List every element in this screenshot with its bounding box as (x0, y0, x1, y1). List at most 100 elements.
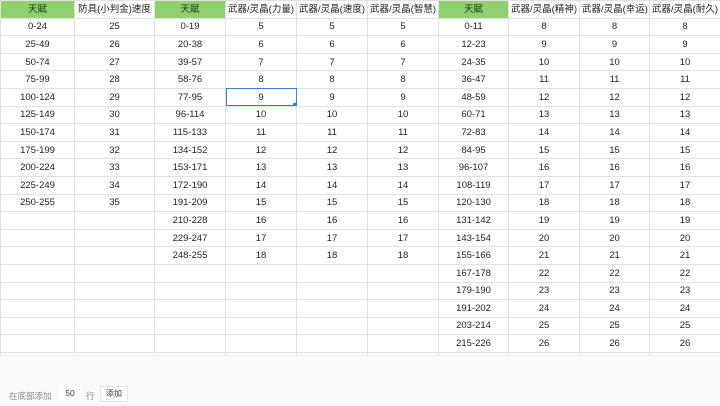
grid-cell[interactable]: 6 (226, 36, 297, 54)
grid-cell[interactable]: 25 (75, 18, 155, 36)
grid-cell[interactable] (368, 264, 439, 282)
grid-cell[interactable]: 7 (297, 53, 368, 71)
grid-cell[interactable]: 26 (580, 335, 650, 353)
grid-cell[interactable]: 84-95 (439, 141, 509, 159)
grid-cell[interactable]: 23 (580, 282, 650, 300)
grid-cell[interactable]: 17 (580, 176, 650, 194)
grid-cell[interactable]: 0-11 (439, 18, 509, 36)
grid-cell[interactable] (226, 335, 297, 353)
grid-cell[interactable]: 31 (75, 124, 155, 142)
grid-cell[interactable]: 153-171 (155, 159, 226, 177)
grid-cell[interactable]: 28 (75, 71, 155, 89)
grid-cell[interactable]: 20 (580, 229, 650, 247)
grid-cell[interactable]: 58-76 (155, 71, 226, 89)
grid-cell[interactable]: 72-83 (439, 124, 509, 142)
grid-cell[interactable]: 229-247 (155, 229, 226, 247)
column-header[interactable]: 天賦 (439, 1, 509, 19)
grid-cell[interactable] (75, 229, 155, 247)
grid-cell[interactable]: 26 (509, 335, 580, 353)
grid-cell[interactable]: 27 (75, 53, 155, 71)
grid-cell[interactable]: 39-57 (155, 53, 226, 71)
grid-cell[interactable]: 11 (226, 124, 297, 142)
grid-cell[interactable]: 15 (368, 194, 439, 212)
grid-cell[interactable]: 13 (297, 159, 368, 177)
column-header[interactable]: 天賦 (1, 1, 75, 19)
grid-cell[interactable]: 26 (75, 36, 155, 54)
grid-cell[interactable]: 21 (650, 247, 720, 265)
grid-cell[interactable]: 77-95 (155, 88, 226, 106)
grid-cell[interactable]: 6 (368, 36, 439, 54)
grid-cell[interactable]: 16 (580, 159, 650, 177)
grid-cell[interactable]: 115-133 (155, 124, 226, 142)
grid-cell[interactable]: 8 (509, 18, 580, 36)
grid-cell[interactable]: 16 (226, 212, 297, 230)
grid-cell[interactable]: 250-255 (1, 194, 75, 212)
row-count-input[interactable]: 50 (59, 386, 81, 400)
grid-cell[interactable] (226, 317, 297, 335)
grid-cell[interactable]: 14 (226, 176, 297, 194)
grid-cell[interactable]: 17 (368, 229, 439, 247)
grid-cell[interactable]: 48-59 (439, 88, 509, 106)
column-header[interactable]: 武器/灵晶(幸运) (580, 1, 650, 19)
column-header[interactable]: 武器/灵晶(速度) (297, 1, 368, 19)
grid-cell[interactable]: 131-142 (439, 212, 509, 230)
grid-cell[interactable]: 14 (509, 124, 580, 142)
grid-cell[interactable] (368, 300, 439, 318)
grid-cell[interactable]: 35 (75, 194, 155, 212)
grid-cell[interactable]: 14 (368, 176, 439, 194)
grid-cell[interactable]: 12 (509, 88, 580, 106)
grid-cell[interactable]: 5 (297, 18, 368, 36)
grid-cell[interactable] (226, 264, 297, 282)
grid-cell[interactable]: 12 (580, 88, 650, 106)
grid-cell[interactable]: 7 (226, 53, 297, 71)
grid-cell[interactable]: 125-149 (1, 106, 75, 124)
grid-cell[interactable]: 9 (580, 36, 650, 54)
grid-cell[interactable]: 25 (650, 317, 720, 335)
grid-cell[interactable] (368, 317, 439, 335)
grid-cell[interactable] (1, 229, 75, 247)
grid-cell[interactable]: 10 (368, 106, 439, 124)
grid-cell[interactable]: 75-99 (1, 71, 75, 89)
grid-cell[interactable]: 24-35 (439, 53, 509, 71)
grid-cell[interactable]: 191-202 (439, 300, 509, 318)
grid-cell[interactable]: 11 (580, 71, 650, 89)
grid-cell[interactable]: 17 (226, 229, 297, 247)
column-header[interactable]: 天賦 (155, 1, 226, 19)
grid-cell[interactable]: 0-19 (155, 18, 226, 36)
grid-cell[interactable]: 10 (580, 53, 650, 71)
grid-cell[interactable] (1, 282, 75, 300)
grid-cell[interactable]: 20-38 (155, 36, 226, 54)
grid-cell[interactable]: 7 (368, 53, 439, 71)
grid-cell[interactable] (75, 317, 155, 335)
add-rows-button[interactable]: 添加 (100, 386, 128, 402)
grid-cell[interactable]: 22 (509, 264, 580, 282)
grid-cell[interactable]: 36-47 (439, 71, 509, 89)
grid-cell[interactable]: 11 (297, 124, 368, 142)
grid-cell[interactable]: 10 (226, 106, 297, 124)
grid-cell[interactable]: 18 (368, 247, 439, 265)
grid-cell[interactable]: 16 (368, 212, 439, 230)
grid-cell[interactable]: 16 (509, 159, 580, 177)
grid-cell[interactable]: 18 (226, 247, 297, 265)
grid-cell[interactable]: 8 (226, 71, 297, 89)
grid-cell[interactable]: 20 (509, 229, 580, 247)
grid-cell[interactable]: 60-71 (439, 106, 509, 124)
grid-cell[interactable] (75, 247, 155, 265)
grid-cell[interactable]: 17 (509, 176, 580, 194)
grid-cell[interactable] (297, 335, 368, 353)
grid-cell[interactable]: 18 (509, 194, 580, 212)
grid-cell[interactable]: 12 (650, 88, 720, 106)
column-header[interactable]: 武器/灵晶(耐久) (650, 1, 720, 19)
grid-cell[interactable] (75, 212, 155, 230)
grid-cell[interactable]: 13 (650, 106, 720, 124)
grid-cell[interactable] (75, 282, 155, 300)
grid-cell[interactable]: 25 (509, 317, 580, 335)
grid-cell[interactable] (155, 282, 226, 300)
grid-cell[interactable] (155, 335, 226, 353)
grid-cell[interactable] (297, 300, 368, 318)
grid-cell[interactable]: 11 (509, 71, 580, 89)
grid-cell[interactable]: 100-124 (1, 88, 75, 106)
grid-cell[interactable]: 34 (75, 176, 155, 194)
grid-cell[interactable] (75, 300, 155, 318)
grid-cell[interactable]: 15 (580, 141, 650, 159)
